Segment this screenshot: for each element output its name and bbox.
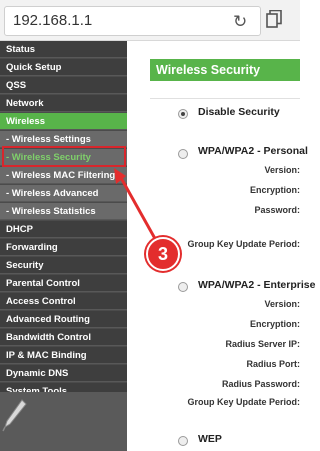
sidebar-item-bandwidth-control[interactable]: Bandwidth Control — [0, 329, 127, 346]
section-header: Wireless Security — [150, 59, 300, 81]
option-label-wpa-personal: WPA/WPA2 - Personal — [198, 145, 308, 157]
field-label-encryption: Encryption: — [249, 319, 300, 329]
sidebar-item-dhcp[interactable]: DHCP — [0, 221, 127, 238]
option-label-disable-security: Disable Security — [198, 106, 280, 118]
sidebar-item-security[interactable]: Security — [0, 257, 127, 274]
header-divider — [150, 98, 300, 99]
field-label-group-key-period: Group Key Update Period: — [187, 239, 300, 249]
address-bar[interactable]: 192.168.1.1 ↻ — [4, 6, 261, 36]
sidebar-item-network[interactable]: Network — [0, 95, 127, 112]
field-label-radius-server-ip: Radius Server IP: — [225, 339, 300, 349]
field-label-password: Password: — [254, 205, 300, 215]
sidebar-item-wireless-statistics[interactable]: - Wireless Statistics — [0, 203, 127, 220]
sidebar-item-wireless-mac-filtering[interactable]: - Wireless MAC Filtering — [0, 167, 127, 184]
highlight-box — [2, 146, 126, 167]
sidebar-item-wireless[interactable]: Wireless — [0, 113, 127, 130]
section-title: Wireless Security — [156, 63, 261, 77]
sidebar-item-parental-control[interactable]: Parental Control — [0, 275, 127, 292]
radio-wpa-enterprise[interactable] — [178, 282, 188, 292]
browser-toolbar: 192.168.1.1 ↻ — [0, 0, 300, 41]
sidebar-item-forwarding[interactable]: Forwarding — [0, 239, 127, 256]
step-badge: 3 — [146, 237, 180, 271]
sidebar-item-dynamic-dns[interactable]: Dynamic DNS — [0, 365, 127, 382]
pen-icon — [2, 399, 27, 432]
field-label-radius-password: Radius Password: — [221, 379, 300, 389]
sidebar-item-qss[interactable]: QSS — [0, 77, 127, 94]
option-label-wep: WEP — [198, 433, 222, 445]
tabs-icon[interactable] — [266, 10, 282, 28]
field-label-encryption: Encryption: — [249, 185, 300, 195]
url-text: 192.168.1.1 — [13, 12, 93, 29]
option-label-wpa-enterprise: WPA/WPA2 - Enterprise — [198, 279, 316, 291]
sidebar-item-quick-setup[interactable]: Quick Setup — [0, 59, 127, 76]
sidebar-item-access-control[interactable]: Access Control — [0, 293, 127, 310]
field-label-group-key-period: Group Key Update Period: — [187, 397, 300, 407]
radio-wep[interactable] — [178, 436, 188, 446]
sidebar-nav: Status Quick Setup QSS Network Wireless … — [0, 41, 127, 451]
field-label-version: Version: — [264, 299, 300, 309]
radio-wpa-personal[interactable] — [178, 149, 188, 159]
field-label-version: Version: — [264, 165, 300, 175]
sidebar-item-ip-mac-binding[interactable]: IP & MAC Binding — [0, 347, 127, 364]
sidebar-item-wireless-advanced[interactable]: - Wireless Advanced — [0, 185, 127, 202]
field-label-radius-port: Radius Port: — [246, 359, 300, 369]
reload-icon[interactable]: ↻ — [233, 12, 247, 32]
radio-disable-security[interactable] — [178, 109, 188, 119]
sidebar-item-status[interactable]: Status — [0, 41, 127, 58]
sidebar-item-advanced-routing[interactable]: Advanced Routing — [0, 311, 127, 328]
